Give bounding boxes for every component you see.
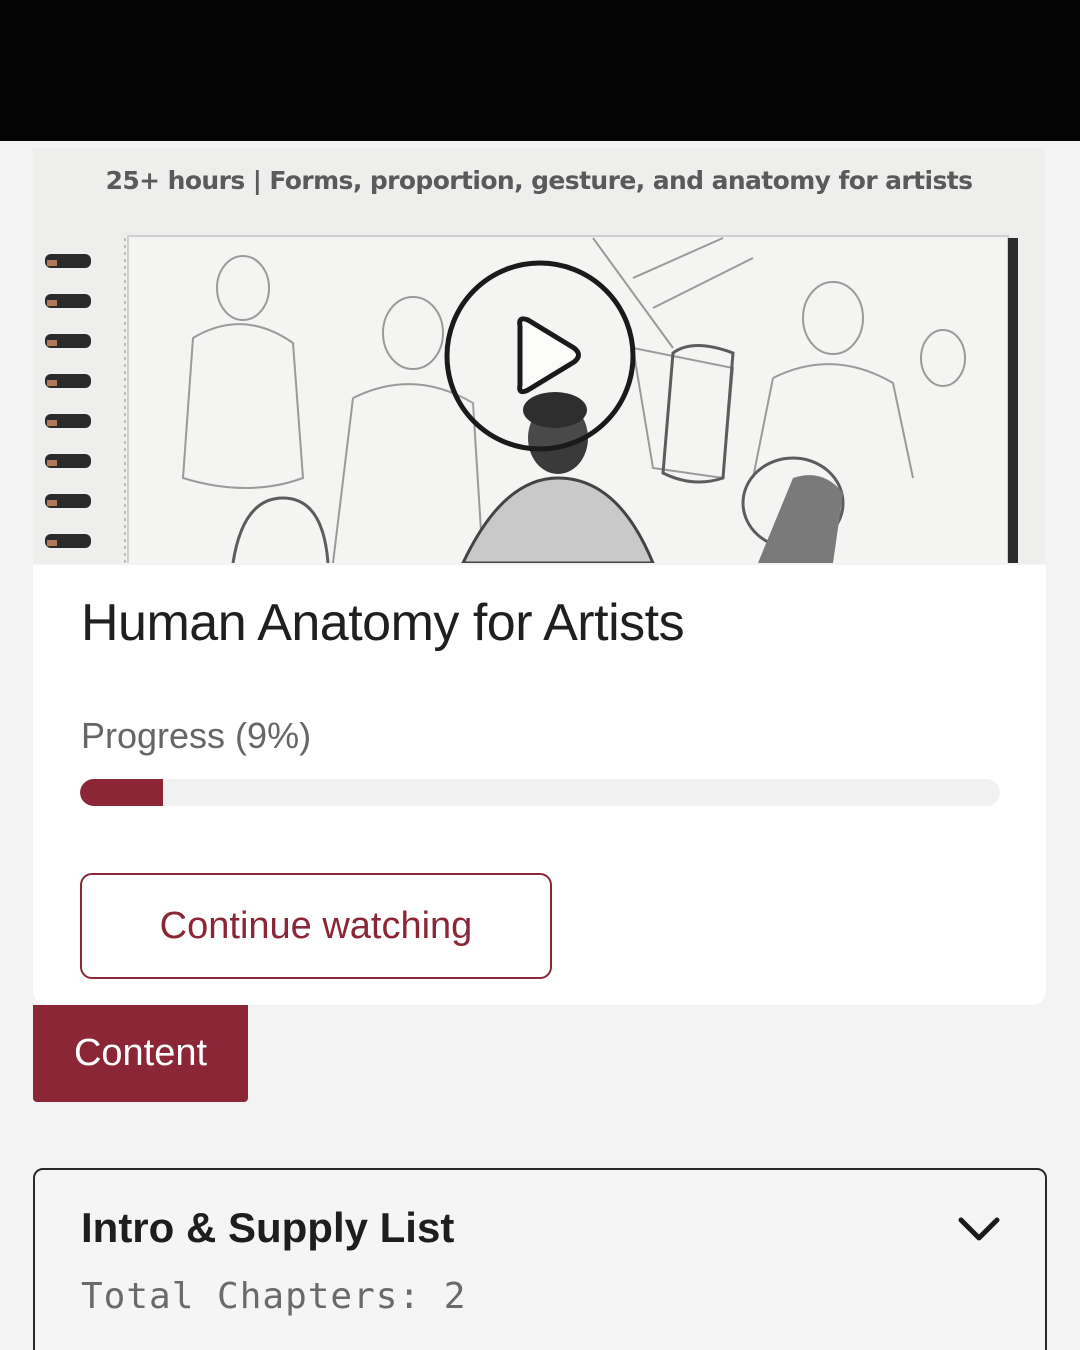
continue-watching-button[interactable]: Continue watching bbox=[80, 873, 552, 979]
tab-content[interactable]: Content bbox=[33, 1005, 248, 1102]
status-bar bbox=[0, 0, 1080, 141]
progress-label: Progress (9%) bbox=[81, 715, 312, 756]
section-accordion[interactable]: Intro & Supply List Total Chapters: 2 bbox=[33, 1168, 1047, 1350]
course-subtitle: 25+ hours | Forms, proportion, gesture, … bbox=[105, 166, 973, 195]
section-chapter-count: Total Chapters: 2 bbox=[81, 1276, 467, 1317]
section-title: Intro & Supply List bbox=[81, 1204, 455, 1251]
chevron-down-icon[interactable] bbox=[955, 1212, 1003, 1248]
play-button[interactable] bbox=[442, 258, 638, 454]
course-title: Human Anatomy for Artists bbox=[81, 594, 685, 652]
progress-bar bbox=[80, 779, 1000, 806]
course-card: Human Anatomy for Artists Progress (9%) … bbox=[33, 565, 1046, 1005]
course-thumbnail[interactable]: 25+ hours | Forms, proportion, gesture, … bbox=[33, 148, 1045, 563]
progress-fill bbox=[80, 779, 163, 806]
play-circle-icon bbox=[444, 260, 636, 452]
